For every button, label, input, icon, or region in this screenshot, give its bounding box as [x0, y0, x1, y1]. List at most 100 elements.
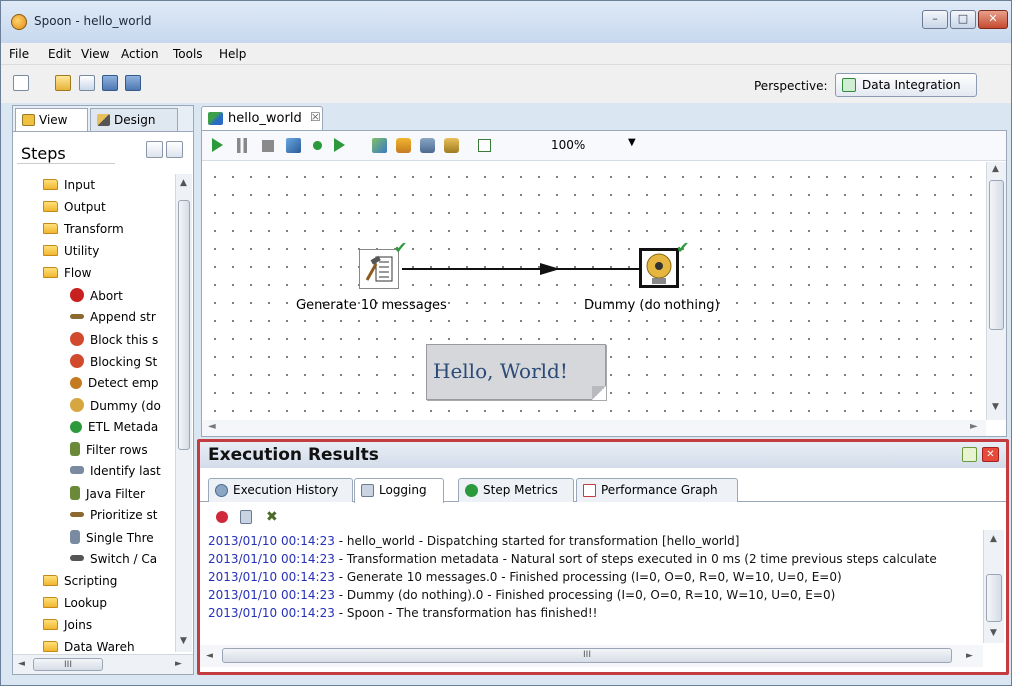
menu-view[interactable]: View [81, 47, 109, 61]
tab-execution-history[interactable]: Execution History [208, 478, 353, 502]
log-horizontal-scrollbar[interactable]: ◄ III ► [200, 645, 983, 667]
replay-icon[interactable] [334, 138, 345, 152]
stop-icon[interactable] [262, 140, 274, 152]
collapse-all-button[interactable] [166, 141, 183, 158]
debug-icon[interactable] [310, 138, 325, 153]
scroll-left-icon[interactable]: ◄ [18, 659, 25, 669]
new-file-icon[interactable] [13, 75, 29, 91]
tree-folder-input[interactable]: Input [43, 178, 95, 200]
menu-tools[interactable]: Tools [173, 47, 203, 61]
explore-database-icon[interactable] [444, 138, 459, 153]
menu-help[interactable]: Help [219, 47, 246, 61]
tree-step-single-threader[interactable]: Single Thre [70, 530, 154, 552]
tree-folder-data-warehouse[interactable]: Data Wareh [43, 640, 135, 652]
run-icon[interactable] [212, 138, 223, 152]
tree-item-label: Blocking St [90, 355, 158, 369]
perspective-button[interactable]: Data Integration [835, 73, 977, 97]
maximize-button[interactable]: □ [950, 10, 976, 29]
log-scroll-thumb[interactable] [986, 574, 1002, 622]
close-panel-button[interactable]: ✕ [982, 447, 999, 462]
log-vertical-scrollbar[interactable]: ▲ ▼ [983, 530, 1004, 643]
tree-folder-flow[interactable]: Flow [43, 266, 91, 288]
tab-hello-world[interactable]: hello_world ☒ [201, 106, 323, 130]
scroll-right-icon[interactable]: ► [966, 651, 973, 661]
tab-performance-graph[interactable]: Performance Graph [576, 478, 738, 502]
scroll-left-icon[interactable]: ◄ [208, 421, 216, 432]
tree-step-etl-metadata[interactable]: ETL Metada [70, 420, 158, 442]
step-dummy[interactable] [639, 248, 679, 288]
scroll-up-icon[interactable]: ▲ [180, 178, 187, 188]
verify-icon[interactable] [372, 138, 387, 153]
tree-folder-lookup[interactable]: Lookup [43, 596, 107, 618]
tree-step-detect-empty-stream[interactable]: Detect emp [70, 376, 159, 398]
tree-item-label: Single Thre [86, 531, 154, 545]
scroll-right-icon[interactable]: ► [175, 659, 182, 669]
tree-step-switch-case[interactable]: Switch / Ca [70, 552, 157, 574]
scroll-up-icon[interactable]: ▲ [992, 164, 999, 174]
hello-world-note[interactable]: Hello, World! [426, 344, 606, 400]
expand-all-button[interactable] [146, 141, 163, 158]
sql-icon[interactable] [420, 138, 435, 153]
tree-folder-joins[interactable]: Joins [43, 618, 92, 640]
scroll-down-icon[interactable]: ▼ [992, 402, 999, 412]
log-output[interactable]: 2013/01/10 00:14:23 - hello_world - Disp… [200, 530, 983, 643]
log-line: 2013/01/10 00:14:23 - Spoon - The transf… [208, 606, 597, 620]
scroll-down-icon[interactable]: ▼ [990, 628, 997, 638]
minimize-button[interactable]: – [922, 10, 948, 29]
tree-step-block-this-step[interactable]: Block this s [70, 332, 158, 354]
scroll-down-icon[interactable]: ▼ [180, 636, 187, 646]
menu-file[interactable]: File [9, 47, 29, 61]
generate-rows-icon [365, 255, 393, 282]
pause-icon[interactable] [237, 138, 247, 153]
close-button[interactable]: ✕ [978, 10, 1008, 29]
execution-history-icon [215, 484, 228, 497]
tab-logging[interactable]: Logging [354, 478, 444, 503]
tree-folder-output[interactable]: Output [43, 200, 106, 222]
canvas-scroll-thumb[interactable] [989, 180, 1004, 330]
transformation-canvas[interactable]: ✔ Generate 10 messages ✔ Dummy (do nothi… [202, 162, 986, 420]
scroll-left-icon[interactable]: ◄ [206, 651, 213, 661]
tree-folder-utility[interactable]: Utility [43, 244, 99, 266]
close-tab-icon[interactable]: ☒ [310, 110, 321, 124]
tree-step-blocking-step[interactable]: Blocking St [70, 354, 157, 376]
tree-vertical-scrollbar[interactable]: ▲ ▼ [175, 174, 192, 652]
open-file-icon[interactable] [55, 75, 71, 91]
analyze-impact-icon[interactable] [396, 138, 411, 153]
tab-view[interactable]: View [15, 108, 88, 131]
tab-step-metrics[interactable]: Step Metrics [458, 478, 574, 502]
maximize-panel-button[interactable] [962, 447, 977, 462]
clear-log-icon[interactable] [240, 510, 252, 524]
show-results-icon[interactable] [478, 139, 491, 152]
zoom-select[interactable]: 100% ▼ [547, 135, 643, 157]
scroll-up-icon[interactable]: ▲ [990, 534, 997, 544]
menu-edit[interactable]: Edit [48, 47, 71, 61]
tree-folder-scripting[interactable]: Scripting [43, 574, 117, 596]
tree-horizontal-scrollbar[interactable]: ◄ III ► [13, 654, 193, 674]
tree-step-append-streams[interactable]: Append str [70, 310, 156, 332]
menu-action[interactable]: Action [121, 47, 159, 61]
explore-repository-icon[interactable] [79, 75, 95, 91]
log-hscroll-thumb[interactable]: III [222, 648, 952, 663]
tree-step-dummy[interactable]: Dummy (do [70, 398, 161, 420]
tree-scroll-thumb[interactable] [178, 200, 190, 450]
scroll-right-icon[interactable]: ► [970, 421, 978, 432]
tree-step-identify-last-row[interactable]: Identify last [70, 464, 161, 486]
tree-folder-transform[interactable]: Transform [43, 222, 124, 244]
stop-logging-icon[interactable] [216, 511, 228, 523]
log-message: - hello_world - Dispatching started for … [334, 534, 740, 548]
tree-hscroll-thumb[interactable]: III [33, 658, 103, 671]
tree-step-abort[interactable]: Abort [70, 288, 123, 310]
tree-step-filter-rows[interactable]: Filter rows [70, 442, 148, 464]
tab-design[interactable]: Design [90, 108, 178, 131]
canvas-horizontal-scrollbar[interactable]: ◄ ► [202, 420, 986, 436]
tree-step-prioritize-streams[interactable]: Prioritize st [70, 508, 157, 530]
step-generate-messages[interactable] [359, 249, 399, 289]
save-as-icon[interactable] [125, 75, 141, 91]
tree-step-java-filter[interactable]: Java Filter [70, 486, 145, 508]
preview-icon[interactable] [286, 138, 301, 153]
save-icon[interactable] [102, 75, 118, 91]
canvas-vertical-scrollbar[interactable]: ▲ ▼ [986, 162, 1006, 420]
hop-line[interactable] [402, 268, 640, 270]
log-settings-icon[interactable]: ✖ [266, 509, 278, 525]
log-message: - Transformation metadata - Natural sort… [334, 552, 937, 566]
